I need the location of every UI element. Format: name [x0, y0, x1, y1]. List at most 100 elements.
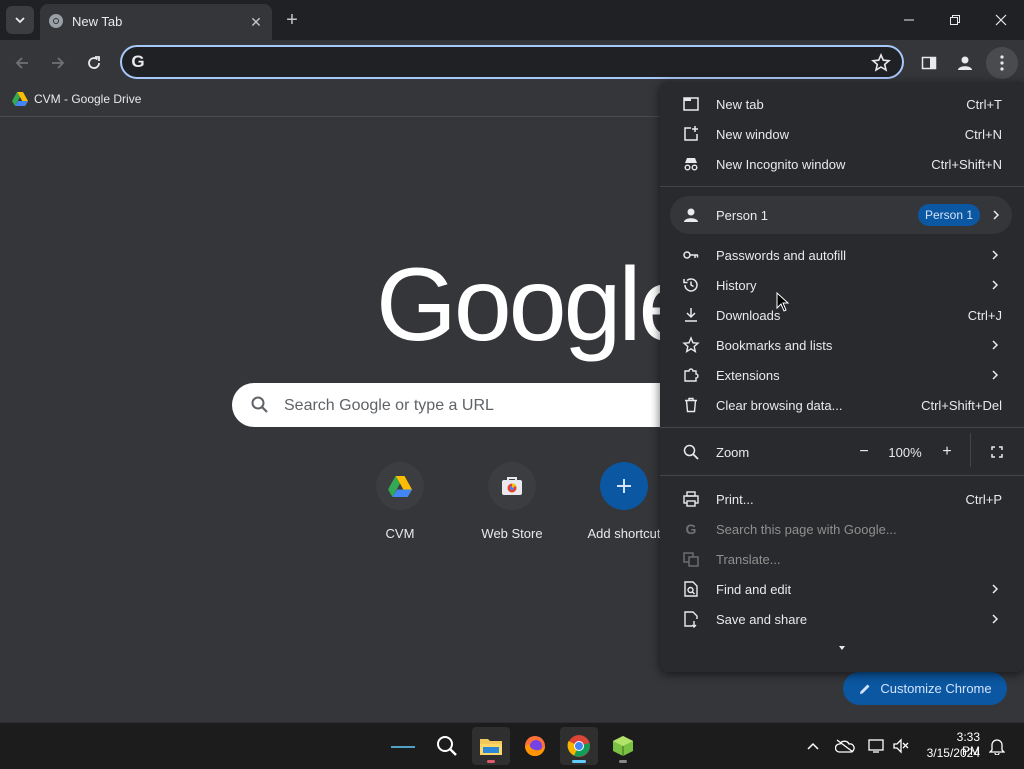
customize-label: Customize Chrome	[880, 681, 992, 696]
back-button[interactable]	[9, 50, 35, 76]
menu-item-person[interactable]: Person 1 Person 1	[670, 196, 1012, 234]
close-window-button[interactable]	[978, 4, 1024, 36]
close-icon	[995, 14, 1007, 26]
address-bar[interactable]: G	[120, 45, 904, 79]
arrow-right-icon	[52, 57, 65, 69]
menu-item-zoom: Zoom − 100% +	[660, 433, 1024, 467]
bookmark-cvm-drive[interactable]: CVM - Google Drive	[12, 92, 141, 106]
taskbar-app-cube[interactable]	[604, 727, 642, 765]
print-icon	[683, 491, 699, 507]
chevron-right-icon	[992, 280, 999, 290]
scroll-more-icon[interactable]	[836, 644, 848, 652]
menu-item-print[interactable]: Print... Ctrl+P	[660, 484, 1024, 514]
forward-button[interactable]	[45, 50, 71, 76]
extension-icon	[684, 368, 699, 382]
menu-item-new-incognito[interactable]: New Incognito window Ctrl+Shift+N	[660, 149, 1024, 179]
tray-onedrive[interactable]	[834, 735, 856, 757]
menu-item-clear-data[interactable]: Clear browsing data... Ctrl+Shift+Del	[660, 390, 1024, 420]
search-icon	[251, 396, 268, 413]
chrome-menu: New tab Ctrl+T New window Ctrl+N New Inc…	[660, 82, 1024, 672]
google-drive-icon	[388, 475, 412, 497]
bookmark-star-icon[interactable]	[870, 52, 892, 74]
tab-new-tab[interactable]: New Tab ✕	[40, 4, 272, 40]
shortcut-tile	[376, 462, 424, 510]
menu-item-new-window[interactable]: New window Ctrl+N	[660, 119, 1024, 149]
shortcut-tile	[488, 462, 536, 510]
plus-icon	[617, 479, 631, 493]
start-button[interactable]	[384, 727, 422, 765]
arrow-left-icon	[15, 57, 28, 69]
chevron-right-icon	[992, 614, 999, 624]
fullscreen-icon	[991, 446, 1003, 458]
menu-item-bookmarks[interactable]: Bookmarks and lists	[660, 330, 1024, 360]
new-tab-icon	[683, 97, 699, 111]
menu-item-passwords[interactable]: Passwords and autofill	[660, 240, 1024, 270]
menu-item-translate: Translate...	[660, 544, 1024, 574]
zoom-separator	[970, 433, 971, 467]
folder-icon	[480, 739, 502, 755]
app-indicator	[487, 760, 495, 763]
pencil-icon	[860, 684, 870, 694]
zoom-in-button[interactable]: +	[934, 437, 960, 467]
side-panel-icon	[921, 56, 937, 70]
reload-button[interactable]	[81, 50, 107, 76]
minimize-button[interactable]	[886, 4, 932, 36]
cube-icon	[613, 736, 633, 756]
menu-item-find-edit[interactable]: Find and edit	[660, 574, 1024, 604]
clock-date[interactable]: 3/15/2024	[914, 746, 980, 760]
customize-chrome-button[interactable]: Customize Chrome	[843, 672, 1007, 705]
search-icon	[437, 736, 457, 756]
taskbar-search-button[interactable]	[428, 727, 466, 765]
find-icon	[684, 581, 698, 597]
tray-volume[interactable]	[890, 735, 912, 757]
profile-button[interactable]	[952, 50, 978, 76]
google-g-icon: G	[685, 521, 697, 537]
network-icon	[868, 739, 884, 753]
tray-network[interactable]	[866, 735, 888, 757]
shortcut-cvm[interactable]: CVM	[344, 460, 456, 550]
shortcut-web-store[interactable]: Web Store	[456, 460, 568, 550]
bookmark-label: CVM - Google Drive	[34, 92, 142, 106]
chrome-icon	[49, 14, 63, 28]
menu-item-extensions[interactable]: Extensions	[660, 360, 1024, 390]
chrome-menu-button[interactable]	[986, 47, 1018, 79]
bell-icon	[989, 739, 1005, 755]
notifications-button[interactable]	[986, 735, 1008, 757]
menu-item-save-share[interactable]: Save and share	[660, 604, 1024, 634]
side-panel-button[interactable]	[916, 50, 942, 76]
menu-item-new-tab[interactable]: New tab Ctrl+T	[660, 89, 1024, 119]
chevron-right-icon	[992, 340, 999, 350]
menu-item-search-page: G Search this page with Google...	[660, 514, 1024, 544]
tab-search-button[interactable]	[6, 6, 34, 34]
chevron-down-icon	[15, 17, 25, 24]
taskbar-file-explorer[interactable]	[472, 727, 510, 765]
taskbar-firefox[interactable]	[516, 727, 554, 765]
app-indicator	[572, 760, 586, 763]
translate-icon	[683, 552, 699, 567]
zoom-icon	[683, 444, 699, 460]
menu-item-downloads[interactable]: Downloads Ctrl+J	[660, 300, 1024, 330]
tab-close-button[interactable]: ✕	[246, 12, 266, 32]
person-label: Person 1	[716, 208, 769, 223]
minimize-icon	[904, 19, 914, 21]
cloud-off-icon	[835, 739, 855, 753]
volume-muted-icon	[893, 738, 909, 754]
save-share-icon	[684, 611, 698, 628]
chevron-right-icon	[992, 584, 999, 594]
fullscreen-button[interactable]	[984, 437, 1010, 467]
restore-button[interactable]	[932, 4, 978, 36]
person-badge: Person 1	[918, 204, 980, 226]
zoom-out-button[interactable]: −	[851, 437, 877, 467]
shortcut-label: CVM	[385, 526, 415, 541]
incognito-icon	[684, 158, 698, 171]
tray-overflow-button[interactable]	[802, 735, 824, 757]
new-window-icon	[684, 126, 698, 141]
new-tab-button[interactable]: +	[280, 8, 304, 32]
download-icon	[685, 308, 697, 322]
web-store-icon	[502, 477, 522, 495]
chevron-right-icon	[992, 250, 999, 260]
taskbar-chrome[interactable]	[560, 727, 598, 765]
menu-item-history[interactable]: History	[660, 270, 1024, 300]
chrome-icon	[567, 735, 590, 757]
shortcut-tile	[600, 462, 648, 510]
